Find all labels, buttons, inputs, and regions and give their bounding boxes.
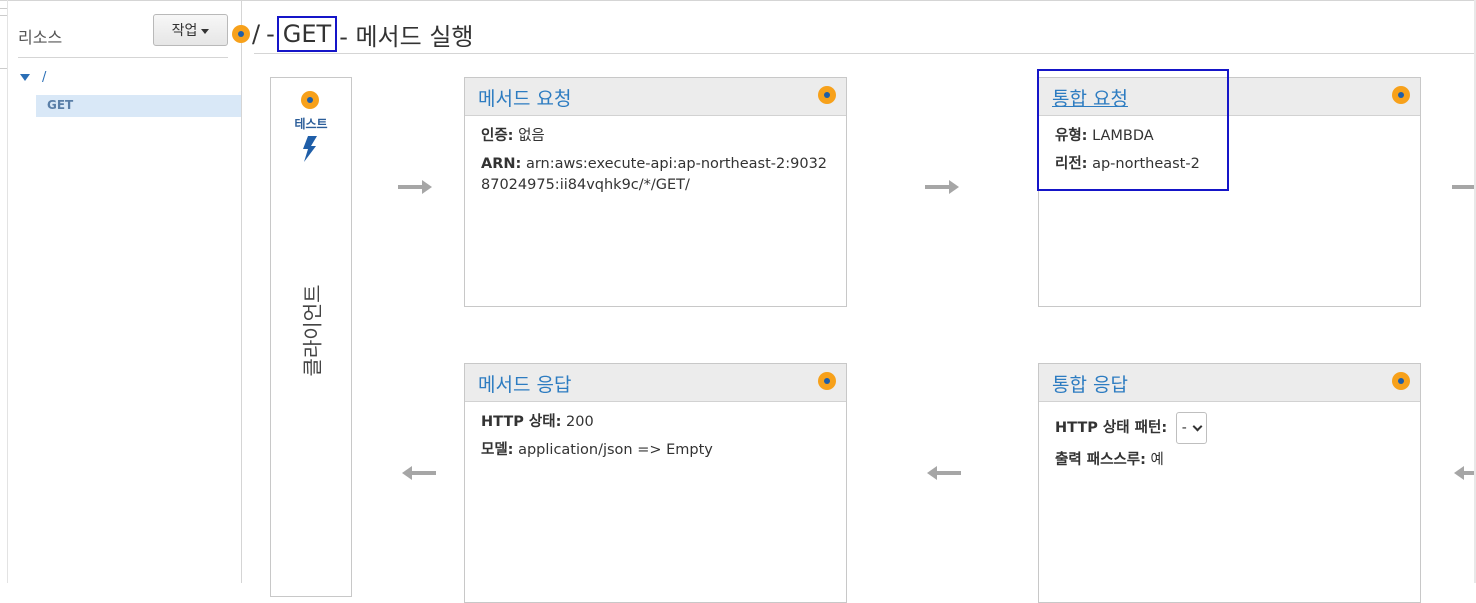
status-label: HTTP 상태: — [481, 414, 562, 430]
passthrough-label: 출력 패스스루: — [1055, 452, 1146, 468]
resources-sidebar: 리소스 작업 / GET — [0, 0, 242, 583]
arrow-left-icon — [927, 466, 961, 480]
tree-root-label: / — [42, 70, 47, 85]
auth-row: 인증: 없음 — [481, 126, 830, 148]
status-value: 200 — [566, 414, 594, 430]
status-pattern-select[interactable]: - — [1175, 412, 1207, 444]
method-response-title[interactable]: 메서드 응답 — [478, 370, 571, 397]
arrow-right-icon — [925, 180, 959, 194]
chevron-down-icon — [1192, 421, 1203, 431]
sidebar-tick — [0, 8, 7, 16]
resources-title: 리소스 — [18, 28, 63, 47]
info-dot-icon[interactable] — [1392, 86, 1410, 104]
panel-header: 통합 응답 — [1039, 364, 1420, 402]
model-value: application/json => Empty — [518, 441, 713, 458]
panel-header: 메서드 요청 — [465, 78, 846, 116]
test-link[interactable]: 테스트 — [271, 115, 351, 132]
model-label: 모델: — [481, 441, 514, 458]
caret-down-icon — [201, 28, 210, 34]
info-dot-icon[interactable] — [301, 91, 319, 109]
model-row: 모델: application/json => Empty — [481, 440, 830, 462]
region-row: 리전: ap-northeast-2 — [1055, 154, 1404, 176]
sidebar-inner-edge — [7, 0, 8, 583]
info-dot-icon[interactable] — [818, 372, 836, 390]
region-label: 리전: — [1055, 155, 1088, 172]
status-row: HTTP 상태: 200 — [481, 412, 830, 434]
passthrough-value: 예 — [1150, 452, 1164, 468]
arn-label: ARN: — [481, 155, 522, 172]
panel-header: 통합 요청 — [1039, 78, 1420, 116]
info-dot-icon[interactable] — [818, 86, 836, 104]
method-response-panel: 메서드 응답 HTTP 상태: 200 모델: application/json… — [464, 363, 847, 603]
integration-response-title[interactable]: 통합 응답 — [1052, 370, 1128, 397]
actions-dropdown-button[interactable]: 작업 — [153, 14, 228, 46]
auth-value: 없음 — [518, 128, 545, 144]
status-pattern-row: HTTP 상태 패턴: - — [1055, 412, 1404, 444]
status-pattern-value: - — [1181, 419, 1187, 436]
arn-row: ARN: arn:aws:execute-api:ap-northeast-2:… — [481, 154, 830, 196]
lightning-bolt-icon[interactable] — [302, 136, 318, 162]
type-row: 유형: LAMBDA — [1055, 126, 1404, 148]
panel-header: 메서드 응답 — [465, 364, 846, 402]
title-rest: - 메서드 실행 — [339, 22, 474, 51]
arrow-left-icon — [1454, 466, 1474, 480]
auth-label: 인증: — [481, 128, 514, 144]
type-label: 유형: — [1055, 128, 1088, 144]
method-request-panel: 메서드 요청 인증: 없음 ARN: arn:aws:execute-api:a… — [464, 77, 847, 307]
page-title: / - GET - 메서드 실행 — [252, 16, 474, 52]
passthrough-row: 출력 패스스루: 예 — [1055, 450, 1404, 472]
integration-request-link[interactable]: 통합 요청 — [1052, 84, 1128, 111]
arrow-right-icon — [1452, 185, 1474, 189]
actions-button-label: 작업 — [171, 23, 198, 39]
tree-item-root[interactable]: / — [20, 70, 46, 85]
type-value: LAMBDA — [1092, 128, 1154, 144]
tree-item-get[interactable]: GET — [36, 95, 241, 117]
integration-response-panel: 통합 응답 HTTP 상태 패턴: - 출력 패스스루: 예 — [1038, 363, 1421, 603]
title-separator: - — [266, 20, 275, 48]
integration-request-panel: 통합 요청 유형: LAMBDA 리전: ap-northeast-2 — [1038, 77, 1421, 307]
arrow-left-icon — [402, 466, 436, 480]
header-divider — [254, 53, 1476, 54]
arn-value: arn:aws:execute-api:ap-northeast-2:90328… — [481, 155, 828, 193]
method-request-title[interactable]: 메서드 요청 — [478, 84, 571, 111]
region-value: ap-northeast-2 — [1092, 155, 1200, 172]
status-pattern-label: HTTP 상태 패턴: — [1055, 420, 1168, 436]
info-dot-icon[interactable] — [1392, 372, 1410, 390]
title-method: GET — [276, 16, 338, 52]
client-column: 테스트 클라이언트 — [270, 77, 352, 597]
info-dot-icon[interactable] — [232, 25, 250, 43]
arrow-right-icon — [398, 180, 432, 194]
sidebar-divider — [18, 57, 228, 58]
expand-triangle-icon[interactable] — [20, 74, 30, 81]
client-label: 클라이언트 — [300, 284, 325, 377]
title-path: / — [252, 20, 261, 48]
sidebar-tick — [0, 68, 7, 69]
